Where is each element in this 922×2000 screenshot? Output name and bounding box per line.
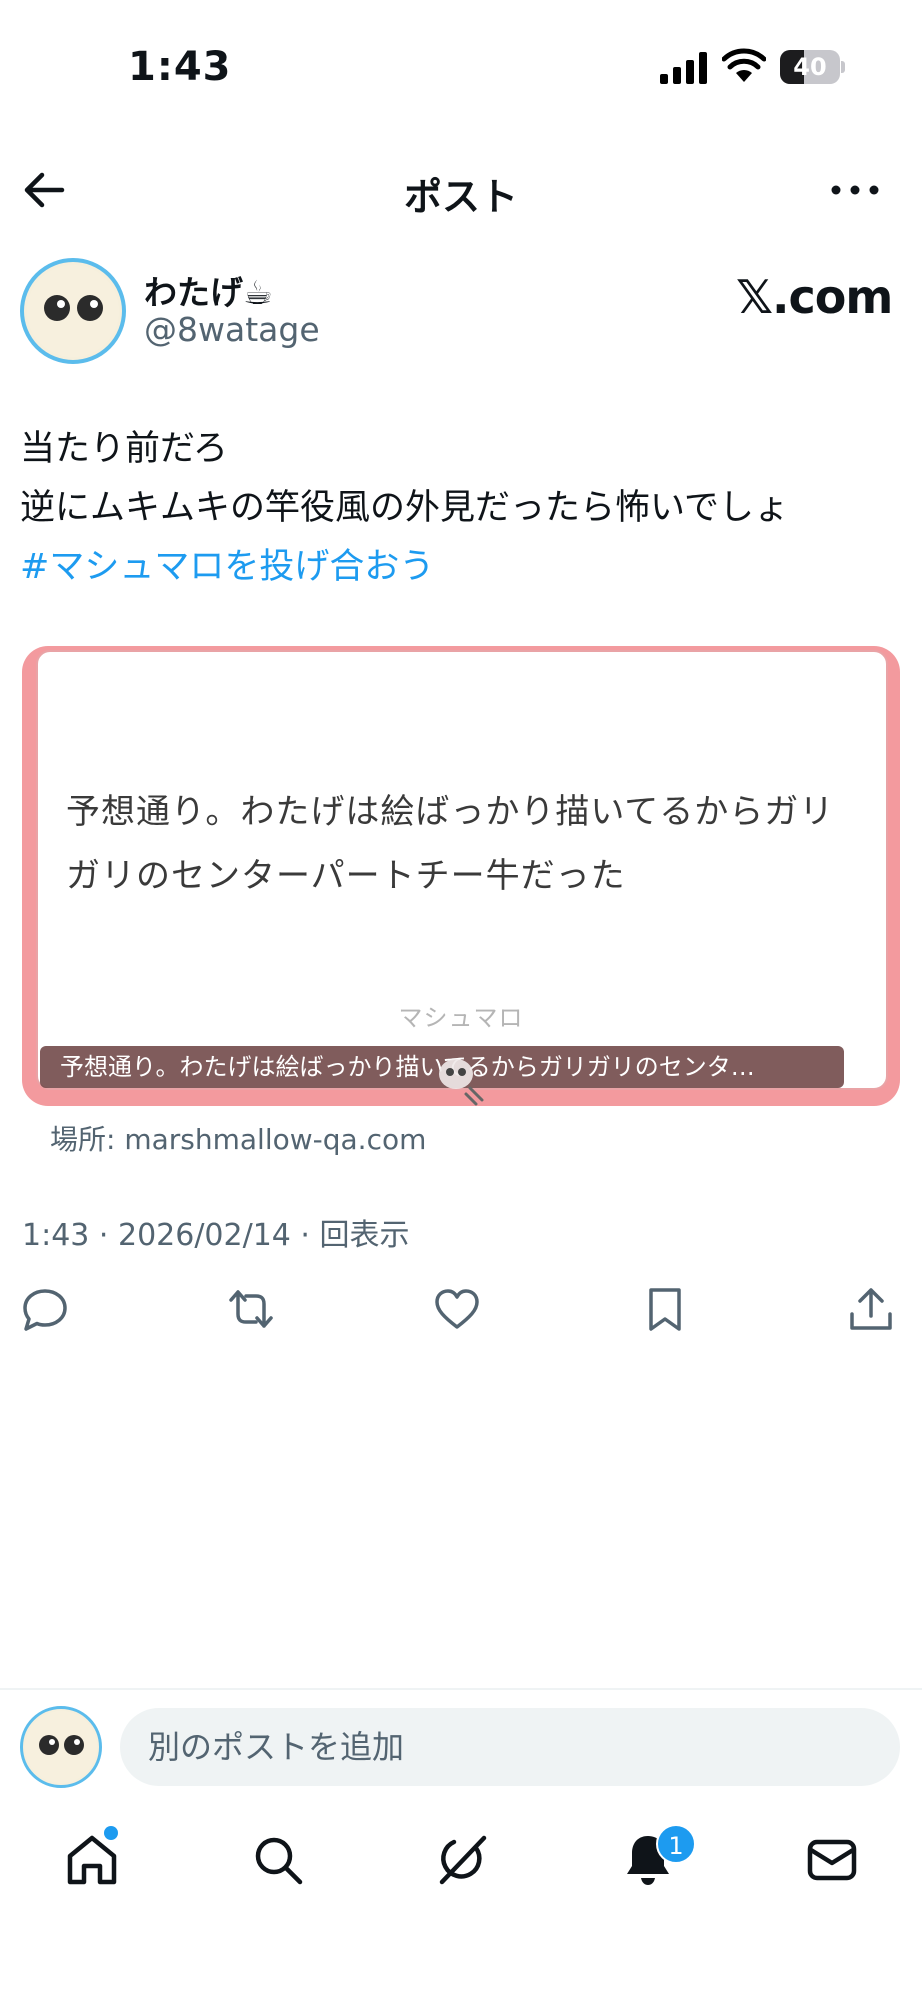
reply-avatar [20, 1706, 102, 1788]
avatar-face-icon [27, 265, 119, 357]
page-title: ポスト [403, 175, 518, 219]
card-domain[interactable]: 場所: marshmallow-qa.com [50, 1118, 426, 1158]
more-options-icon[interactable] [830, 178, 880, 202]
status-time: 1:43 [128, 44, 232, 90]
cellular-signal-icon [660, 52, 707, 84]
search-icon[interactable] [248, 1830, 308, 1890]
avatar-face-icon [25, 1711, 97, 1783]
battery-indicator: 40 [780, 50, 845, 84]
like-icon[interactable] [432, 1284, 482, 1334]
author-avatar[interactable] [20, 258, 126, 364]
battery-percent: 40 [793, 53, 827, 81]
card-brand: マシュマロ [398, 1004, 524, 1032]
repost-icon[interactable] [226, 1284, 276, 1334]
post-line: 逆にムキムキの竿役風の外見だったら怖いでしょ [20, 488, 789, 528]
marshmallow-mascot-icon [439, 1059, 484, 1106]
notification-count-badge: 1 [656, 1824, 696, 1864]
tab-bar [0, 1820, 922, 1910]
wifi-icon [722, 48, 766, 82]
post-text: 当たり前だろ 逆にムキムキの竿役風の外見だったら怖いでしょ #マシュマロを投げ合… [20, 420, 900, 597]
status-bar: 1:43 40 [0, 0, 922, 140]
reply-input[interactable]: 別のポストを追加 [120, 1708, 900, 1786]
author-handle[interactable]: @8watage [144, 310, 320, 349]
x-com-logo: 𝕏.com [736, 270, 893, 324]
messages-icon[interactable] [802, 1830, 862, 1890]
reply-icon[interactable] [20, 1284, 70, 1334]
nav-header: ポスト [0, 150, 922, 230]
hashtag-link[interactable]: #マシュマロを投げ合おう [20, 538, 900, 597]
card-question-text: 予想通り。わたげは絵ばっかり描いてるからガリガリのセンターパートチー牛だった [66, 792, 835, 896]
reply-placeholder: 別のポストを追加 [148, 1728, 405, 1766]
bookmark-icon[interactable] [640, 1284, 690, 1334]
home-new-dot [104, 1826, 118, 1840]
post-timestamp: 1:43 · 2026/02/14 · 回表示 [22, 1218, 410, 1253]
share-icon[interactable] [846, 1284, 896, 1334]
post-line: 当たり前だろ [20, 429, 228, 469]
author-name[interactable]: わたげ☕ [144, 266, 273, 314]
divider [0, 1688, 922, 1690]
grok-icon[interactable] [432, 1830, 492, 1890]
action-bar [0, 1284, 922, 1334]
